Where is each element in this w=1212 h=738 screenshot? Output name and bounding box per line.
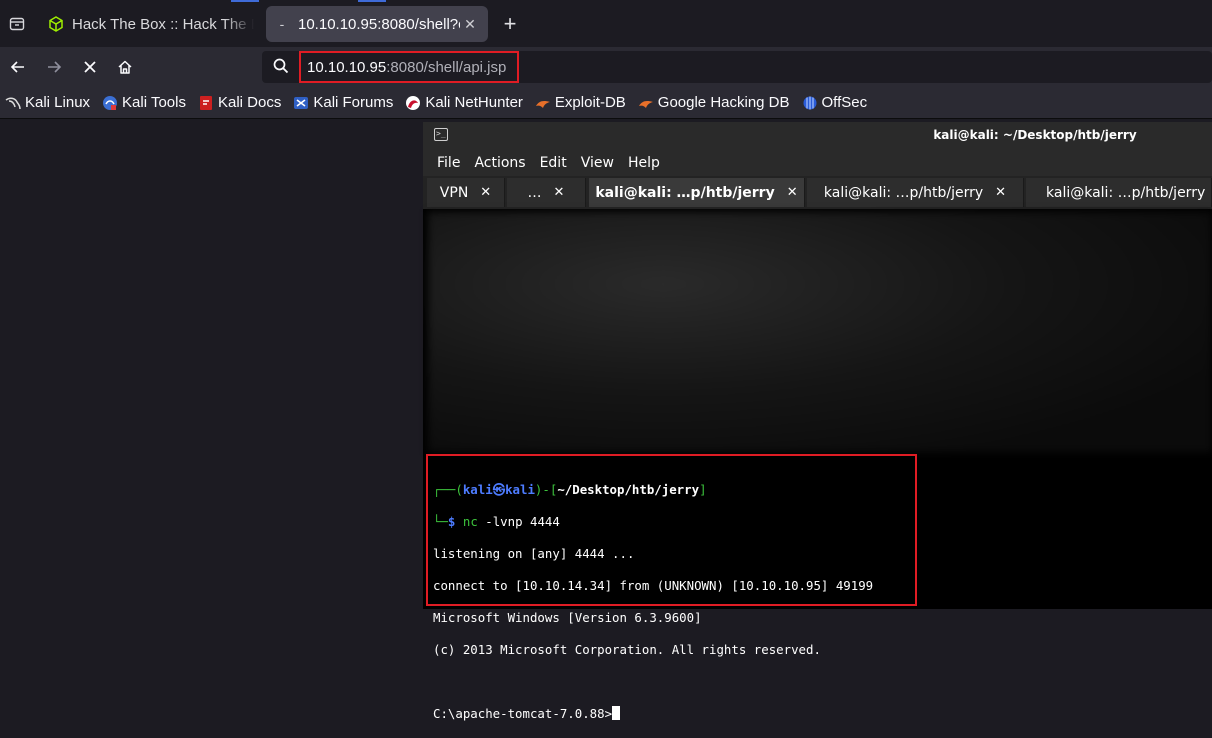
kali-tools-icon xyxy=(103,95,118,110)
exploit-db-icon xyxy=(535,100,550,108)
command-name: nc xyxy=(462,514,478,529)
ghdb-icon xyxy=(638,100,653,108)
bookmark-label: Kali Forums xyxy=(313,94,394,111)
terminal-tab-2[interactable]: … ✕ xyxy=(507,178,586,207)
kali-forums-icon xyxy=(294,96,309,109)
terminal-tab-label: kali@kali: …p/htb/jerry xyxy=(1046,184,1206,201)
url-input[interactable]: 10.10.10.95:8080/shell/api.jsp xyxy=(299,51,519,83)
forward-button[interactable] xyxy=(39,52,69,82)
kali-docs-icon xyxy=(199,95,212,110)
terminal-tab-label: VPN xyxy=(439,184,469,201)
output-line: listening on [any] 4444 ... xyxy=(433,546,635,561)
close-tab-icon[interactable]: ✕ xyxy=(480,185,491,200)
home-button[interactable] xyxy=(110,52,140,82)
loading-icon: - xyxy=(279,16,285,32)
bookmark-label: Google Hacking DB xyxy=(657,94,790,111)
bookmark-ghdb[interactable]: Google Hacking DB xyxy=(638,94,790,111)
terminal-title: kali@kali: ~/Desktop/htb/jerry xyxy=(933,128,1137,142)
shell-prompt-line: C:\apache-tomcat-7.0.88> xyxy=(433,706,915,722)
terminal-menubar: File Actions Edit View Help xyxy=(423,150,1212,176)
tab-list-icon xyxy=(9,17,25,31)
terminal-output[interactable]: ┌──(kali㉿kali)-[~/Desktop/htb/jerry] └─$… xyxy=(426,454,917,721)
menu-help[interactable]: Help xyxy=(628,155,660,171)
kali-dragon-icon xyxy=(5,97,21,109)
bookmark-label: Kali Tools xyxy=(122,94,186,111)
menu-actions[interactable]: Actions xyxy=(474,155,525,171)
prompt-host: kali xyxy=(505,482,535,497)
menu-file[interactable]: File xyxy=(437,155,460,171)
close-tab-icon[interactable]: ✕ xyxy=(554,185,565,200)
list-all-tabs-button[interactable] xyxy=(3,10,31,38)
prompt-at: ㉿ xyxy=(492,482,506,497)
bookmark-label: Kali Docs xyxy=(217,94,282,111)
stop-x-icon xyxy=(84,61,96,73)
bookmark-exploit-db[interactable]: Exploit-DB xyxy=(535,94,626,111)
text-cursor xyxy=(612,706,621,720)
terminal-tab-jerry-2[interactable]: kali@kali: …p/htb/jerry ✕ xyxy=(807,178,1024,207)
terminal-tab-label: … xyxy=(527,184,542,201)
prompt-user: kali xyxy=(462,482,493,497)
back-button[interactable] xyxy=(3,52,33,82)
menu-edit[interactable]: Edit xyxy=(540,155,567,171)
tab-accent-bar xyxy=(231,0,259,2)
terminal-tab-jerry-3[interactable]: kali@kali: …p/htb/jerry xyxy=(1026,178,1212,207)
terminal-tab-vpn[interactable]: VPN ✕ xyxy=(427,178,505,207)
bookmark-label: Kali NetHunter xyxy=(425,94,523,111)
bookmark-kali-docs[interactable]: Kali Docs xyxy=(198,94,281,111)
back-arrow-icon xyxy=(10,61,24,73)
windows-prompt: C:\apache-tomcat-7.0.88> xyxy=(433,706,613,721)
bookmark-offsec[interactable]: OffSec xyxy=(802,94,868,111)
close-tab-icon[interactable]: ✕ xyxy=(787,185,798,200)
bookmark-kali-forums[interactable]: Kali Forums xyxy=(293,94,393,111)
browser-tab-htb[interactable]: Hack The Box :: Hack The Box xyxy=(40,6,262,42)
offsec-icon xyxy=(803,96,817,109)
terminal-tab-label: kali@kali: …p/htb/jerry xyxy=(823,184,984,201)
output-line: (c) 2013 Microsoft Corporation. All righ… xyxy=(433,642,821,657)
prompt-prefix: └─ xyxy=(433,514,448,529)
bookmark-kali-nethunter[interactable]: Kali NetHunter xyxy=(405,94,523,111)
bookmark-label: OffSec xyxy=(821,94,868,111)
menu-view[interactable]: View xyxy=(581,155,614,171)
url-path: :8080/shell/api.jsp xyxy=(386,58,507,76)
bookmark-kali-tools[interactable]: Kali Tools xyxy=(102,94,186,111)
close-tab-icon[interactable]: ✕ xyxy=(995,185,1006,200)
stop-loading-button[interactable] xyxy=(75,52,105,82)
tab-title: Hack The Box :: Hack The Box xyxy=(72,15,254,33)
browser-tab-shell[interactable]: - 10.10.10.95:8080/shell?cmd ✕ xyxy=(266,6,488,42)
prompt-dollar: $ xyxy=(447,514,456,529)
terminal-icon: >_ xyxy=(434,128,448,141)
prompt-cwd: ~/Desktop/htb/jerry xyxy=(557,482,700,497)
redacted-output xyxy=(428,212,1212,452)
prompt-line-2: └─$ nc -lvnp 4444 xyxy=(433,514,915,530)
prompt-open: ┌──( xyxy=(433,482,463,497)
bookmark-label: Kali Linux xyxy=(25,94,91,111)
forward-arrow-icon xyxy=(48,61,62,73)
nethunter-icon xyxy=(406,95,421,110)
bookmark-kali-linux[interactable]: Kali Linux xyxy=(5,94,90,111)
prompt-close: ] xyxy=(699,482,707,497)
prompt-mid: )-[ xyxy=(534,482,558,497)
close-tab-icon[interactable]: ✕ xyxy=(460,16,480,33)
prompt-line-1: ┌──(kali㉿kali)-[~/Desktop/htb/jerry] xyxy=(433,482,915,498)
new-tab-button[interactable]: + xyxy=(497,10,523,38)
bookmarks-toolbar: Kali Linux Kali Tools Kali Docs Kali For… xyxy=(0,87,1212,119)
output-line: connect to [10.10.14.34] from (UNKNOWN) … xyxy=(433,578,874,593)
htb-cube-icon xyxy=(49,16,63,32)
bookmark-label: Exploit-DB xyxy=(554,94,626,111)
command-args: -lvnp 4444 xyxy=(477,514,560,529)
search-icon xyxy=(272,57,292,77)
url-host: 10.10.10.95 xyxy=(307,58,387,76)
output-line: Microsoft Windows [Version 6.3.9600] xyxy=(433,610,702,625)
tab-accent-bar xyxy=(358,0,386,2)
terminal-tab-jerry-active[interactable]: kali@kali: …p/htb/jerry ✕ xyxy=(589,178,805,207)
home-icon xyxy=(118,60,132,74)
terminal-tab-label: kali@kali: …p/htb/jerry xyxy=(595,184,775,201)
tab-title: 10.10.10.95:8080/shell?cmd xyxy=(298,15,460,33)
